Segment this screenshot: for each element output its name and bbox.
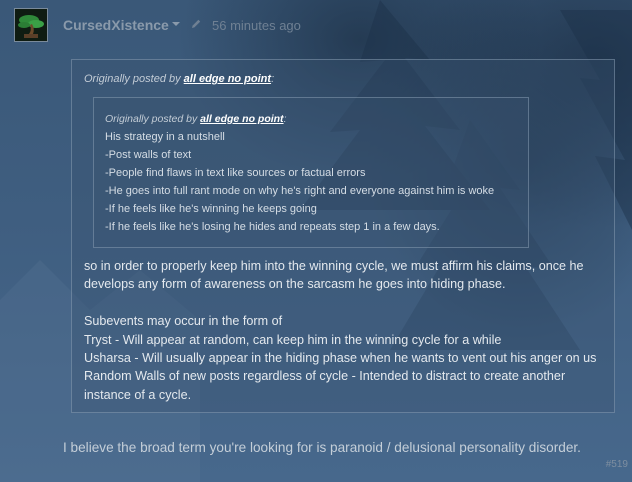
pencil-icon xyxy=(192,19,201,28)
bonsai-tree-icon xyxy=(15,9,47,41)
quote-line: His strategy in a nutshell xyxy=(105,131,225,143)
quote-line: Usharsa - Will usually appear in the hid… xyxy=(84,351,597,366)
quote-author-link[interactable]: all edge no point xyxy=(184,73,271,85)
outer-quote-text: so in order to properly keep him into th… xyxy=(84,257,596,404)
attribution-prefix: Originally posted by xyxy=(105,113,201,125)
quote-author-link[interactable]: all edge no point xyxy=(200,113,283,125)
attribution-suffix: : xyxy=(283,113,287,125)
author-name[interactable]: CursedXistence xyxy=(63,17,169,33)
comment-number-link[interactable]: #519 xyxy=(606,459,628,470)
quote-line: Random Walls of new posts regardless of … xyxy=(84,369,566,384)
quote-line: Subevents may occur in the form of xyxy=(84,314,283,329)
quote-line: -People find flaws in text like sources … xyxy=(105,167,366,179)
chevron-down-icon[interactable] xyxy=(172,22,180,26)
comment-post: CursedXistence 56 minutes ago Originally… xyxy=(0,0,632,482)
inner-quote-attribution: Originally posted by all edge no point: xyxy=(105,113,286,125)
post-timestamp: 56 minutes ago xyxy=(212,18,301,33)
quote-line-blank xyxy=(84,294,596,312)
attribution-suffix: : xyxy=(271,73,275,85)
author-avatar[interactable] xyxy=(14,8,48,42)
attribution-prefix: Originally posted by xyxy=(84,73,184,85)
outer-quote-attribution: Originally posted by all edge no point: xyxy=(84,73,274,85)
comment-body: I believe the broad term you're looking … xyxy=(63,440,581,455)
inner-quote-text: His strategy in a nutshell -Post walls o… xyxy=(105,128,494,236)
quote-line: -If he feels like he's losing he hides a… xyxy=(105,221,440,233)
quote-line: Tryst - Will appear at random, can keep … xyxy=(84,332,502,347)
quote-line: so in order to properly keep him into th… xyxy=(84,259,584,273)
quote-line: -Post walls of text xyxy=(105,149,192,161)
quote-line: develops any form of awareness on the sa… xyxy=(84,277,506,292)
quote-line: instance of a cycle. xyxy=(84,387,192,402)
quote-line: -If he feels like he's winning he keeps … xyxy=(105,203,317,215)
quote-line: -He goes into full rant mode on why he's… xyxy=(105,185,495,197)
